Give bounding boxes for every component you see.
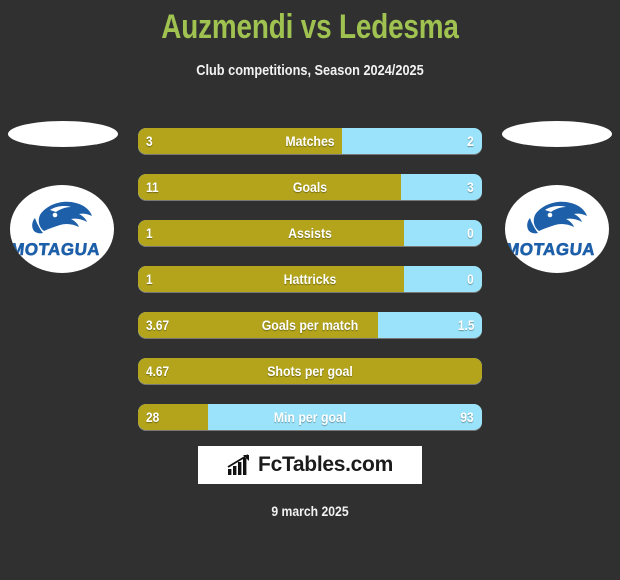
away-value: 0 xyxy=(467,225,474,241)
stat-rows: 3 Matches 2 11 Goals 3 1 Assists 0 1 Hat… xyxy=(138,128,482,450)
stat-label: Min per goal xyxy=(273,409,347,425)
home-value: 28 xyxy=(146,409,160,425)
home-value: 11 xyxy=(146,179,159,195)
brand-text: FcTables.com xyxy=(258,453,393,476)
home-club-logo: MOTAGUA xyxy=(10,185,114,273)
page-subtitle: Club competitions, Season 2024/2025 xyxy=(196,62,424,79)
stat-row: 4.67 Shots per goal xyxy=(138,358,482,384)
away-value: 3 xyxy=(467,179,474,195)
stat-row: 1 Hattricks 0 xyxy=(138,266,482,292)
motagua-eagle-logo-icon: MOTAGUA xyxy=(505,201,597,259)
away-badge-shadow-ellipse xyxy=(502,121,612,147)
fctables-brand[interactable]: FcTables.com xyxy=(198,446,422,484)
report-date: 9 march 2025 xyxy=(271,503,349,519)
home-value: 1 xyxy=(146,271,153,287)
stat-row: 11 Goals 3 xyxy=(138,174,482,200)
away-value: 2 xyxy=(467,133,474,149)
away-club-logo: MOTAGUA xyxy=(505,185,609,273)
stat-label: Shots per goal xyxy=(267,363,353,379)
stat-label: Goals per match xyxy=(261,317,359,333)
home-value: 3 xyxy=(146,133,153,149)
stat-label: Goals xyxy=(292,179,328,195)
stat-row: 1 Assists 0 xyxy=(138,220,482,246)
away-value: 93 xyxy=(460,409,474,425)
stat-row: 3.67 Goals per match 1.5 xyxy=(138,312,482,338)
home-badge-shadow-ellipse xyxy=(8,121,118,147)
svg-text:MOTAGUA: MOTAGUA xyxy=(505,240,596,259)
home-value: 1 xyxy=(146,225,153,241)
stat-label: Hattricks xyxy=(283,271,337,287)
motagua-eagle-logo-icon: MOTAGUA xyxy=(10,201,102,259)
stat-row: 28 Min per goal 93 xyxy=(138,404,482,430)
stat-label: Assists xyxy=(288,225,332,241)
page-title: Auzmendi vs Ledesma xyxy=(161,8,459,46)
stat-label: Matches xyxy=(285,133,335,149)
svg-text:MOTAGUA: MOTAGUA xyxy=(10,240,101,259)
away-value: 0 xyxy=(467,271,474,287)
bar-chart-growth-icon xyxy=(227,454,250,475)
stat-comparison-page: Auzmendi vs Ledesma Club competitions, S… xyxy=(0,0,620,580)
away-value: 1.5 xyxy=(457,317,474,333)
stat-row: 3 Matches 2 xyxy=(138,128,482,154)
